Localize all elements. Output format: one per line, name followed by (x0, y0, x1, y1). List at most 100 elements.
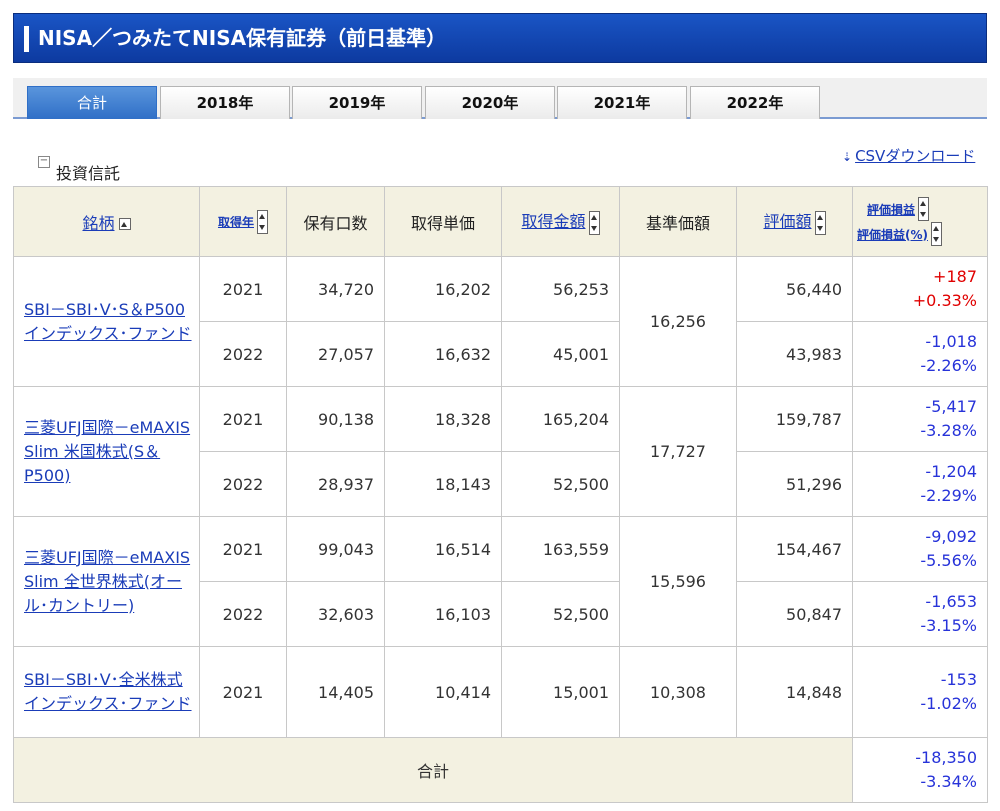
sort-by-pl-link[interactable]: 評価損益 (867, 203, 915, 217)
section-title: 投資信託 (56, 164, 121, 183)
nav-cell: 10,308 (619, 646, 737, 738)
units-cell: 27,057 (286, 321, 385, 387)
unit-cost-cell: 16,632 (384, 321, 502, 387)
tab-2022[interactable]: 2022年 (690, 86, 820, 119)
fund-link[interactable]: SBI－SBI･V･S＆P500インデックス･ファンド (24, 300, 192, 343)
total-pl-amount: -18,350 (915, 748, 977, 767)
unit-cost-cell: 16,103 (384, 581, 502, 647)
value-cell: 51,296 (736, 451, 853, 517)
fund-name-cell: SBI－SBI･V･全米株式インデックス･ファンド (13, 646, 200, 738)
value-cell: 154,467 (736, 516, 853, 582)
pl-cell: -9,092 -5.56% (852, 516, 988, 582)
sort-by-name-link[interactable]: 銘柄 (82, 214, 114, 233)
sort-toggle-icon[interactable] (814, 210, 826, 235)
sort-asc-icon[interactable] (118, 218, 131, 230)
total-pl-cell: -18,350 -3.34% (852, 737, 988, 803)
year-cell: 2022 (199, 321, 287, 387)
value-cell: 56,440 (736, 256, 853, 322)
pl-cell: -153 -1.02% (852, 646, 988, 738)
units-cell: 14,405 (286, 646, 385, 738)
year-cell: 2021 (199, 256, 287, 322)
year-cell: 2021 (199, 646, 287, 738)
col-header-units: 保有口数 (286, 186, 385, 257)
fund-name-cell: 三菱UFJ国際－eMAXIS Slim 全世界株式(オール･カントリー) (13, 516, 200, 647)
download-arrow-icon: ⇣ (842, 150, 853, 164)
cost-cell: 56,253 (501, 256, 620, 322)
tab-2018[interactable]: 2018年 (160, 86, 290, 119)
unit-cost-cell: 18,143 (384, 451, 502, 517)
col-header-nav: 基準価額 (619, 186, 737, 257)
pl-percent: -5.56% (920, 551, 977, 570)
unit-cost-cell: 18,328 (384, 386, 502, 452)
nav-cell: 17,727 (619, 386, 737, 517)
nav-cell: 15,596 (619, 516, 737, 647)
pl-amount: -5,417 (925, 397, 977, 416)
pl-percent: -3.15% (920, 616, 977, 635)
col-header-cost: 取得金額 (501, 186, 620, 257)
col-header-unit-cost: 取得単価 (384, 186, 502, 257)
tab-2019[interactable]: 2019年 (292, 86, 422, 119)
fund-name-cell: 三菱UFJ国際－eMAXIS Slim 米国株式(S＆P500) (13, 386, 200, 517)
pl-cell: -1,204 -2.29% (852, 451, 988, 517)
tab-total[interactable]: 合計 (27, 86, 157, 119)
collapse-icon[interactable]: − (38, 156, 50, 168)
sort-by-pl-pct-link[interactable]: 評価損益(%) (857, 228, 928, 242)
unit-cost-cell: 10,414 (384, 646, 502, 738)
pl-percent: -2.29% (920, 486, 977, 505)
pl-amount: +187 (933, 267, 977, 286)
page-title: NISA／つみたてNISA保有証券（前日基準） (38, 26, 447, 50)
value-cell: 14,848 (736, 646, 853, 738)
cost-cell: 163,559 (501, 516, 620, 582)
year-cell: 2021 (199, 516, 287, 582)
units-cell: 99,043 (286, 516, 385, 582)
tab-2020[interactable]: 2020年 (425, 86, 555, 119)
cost-cell: 15,001 (501, 646, 620, 738)
sort-toggle-icon[interactable] (918, 197, 930, 221)
sort-toggle-icon[interactable] (588, 210, 600, 235)
value-cell: 159,787 (736, 386, 853, 452)
table-row: 三菱UFJ国際－eMAXIS Slim 全世界株式(オール･カントリー) 202… (13, 516, 988, 647)
fund-link[interactable]: 三菱UFJ国際－eMAXIS Slim 全世界株式(オール･カントリー) (24, 548, 190, 615)
pl-percent: -2.26% (920, 356, 977, 375)
table-row: 三菱UFJ国際－eMAXIS Slim 米国株式(S＆P500) 2021 90… (13, 386, 988, 517)
table-row: SBI－SBI･V･S＆P500インデックス･ファンド 2021 34,720 … (13, 256, 988, 387)
year-cell: 2022 (199, 581, 287, 647)
total-label: 合計 (13, 737, 853, 803)
pl-percent: -1.02% (920, 694, 977, 713)
pl-amount: -1,653 (925, 592, 977, 611)
section-header: −投資信託 (38, 155, 120, 183)
title-accent-bar (24, 26, 29, 52)
value-cell: 43,983 (736, 321, 853, 387)
units-cell: 28,937 (286, 451, 385, 517)
year-cell: 2021 (199, 386, 287, 452)
sort-toggle-icon[interactable] (931, 222, 942, 246)
units-cell: 32,603 (286, 581, 385, 647)
col-header-value: 評価額 (736, 186, 853, 257)
pl-amount: -1,018 (925, 332, 977, 351)
sort-by-year-link[interactable]: 取得年 (218, 215, 254, 229)
table-row: SBI－SBI･V･全米株式インデックス･ファンド 2021 14,405 10… (13, 646, 988, 738)
value-cell: 50,847 (736, 581, 853, 647)
sort-by-cost-link[interactable]: 取得金額 (521, 212, 585, 231)
col-header-name: 銘柄 (13, 186, 200, 257)
col-header-pl: 評価損益 評価損益(%) (852, 186, 988, 257)
table-header-row: 銘柄 取得年 保有口数 取得単価 取得金額 基準価額 評価額 評価損益 評価損益… (13, 186, 988, 257)
tab-2021[interactable]: 2021年 (557, 86, 687, 119)
unit-cost-cell: 16,202 (384, 256, 502, 322)
pl-amount: -153 (940, 670, 977, 689)
fund-link[interactable]: SBI－SBI･V･全米株式インデックス･ファンド (24, 670, 192, 713)
csv-download-label: CSVダウンロード (855, 147, 976, 165)
pl-amount: -1,204 (925, 462, 977, 481)
total-row: 合計 -18,350 -3.34% (13, 737, 988, 803)
cost-cell: 52,500 (501, 581, 620, 647)
fund-link[interactable]: 三菱UFJ国際－eMAXIS Slim 米国株式(S＆P500) (24, 418, 190, 485)
cost-cell: 45,001 (501, 321, 620, 387)
sort-toggle-icon[interactable] (257, 209, 268, 234)
csv-download-link[interactable]: ⇣ CSVダウンロード (842, 145, 975, 166)
units-cell: 34,720 (286, 256, 385, 322)
sort-by-value-link[interactable]: 評価額 (763, 212, 811, 231)
total-pl-percent: -3.34% (920, 772, 977, 791)
fund-name-cell: SBI－SBI･V･S＆P500インデックス･ファンド (13, 256, 200, 387)
pl-amount: -9,092 (925, 527, 977, 546)
pl-cell: -5,417 -3.28% (852, 386, 988, 452)
